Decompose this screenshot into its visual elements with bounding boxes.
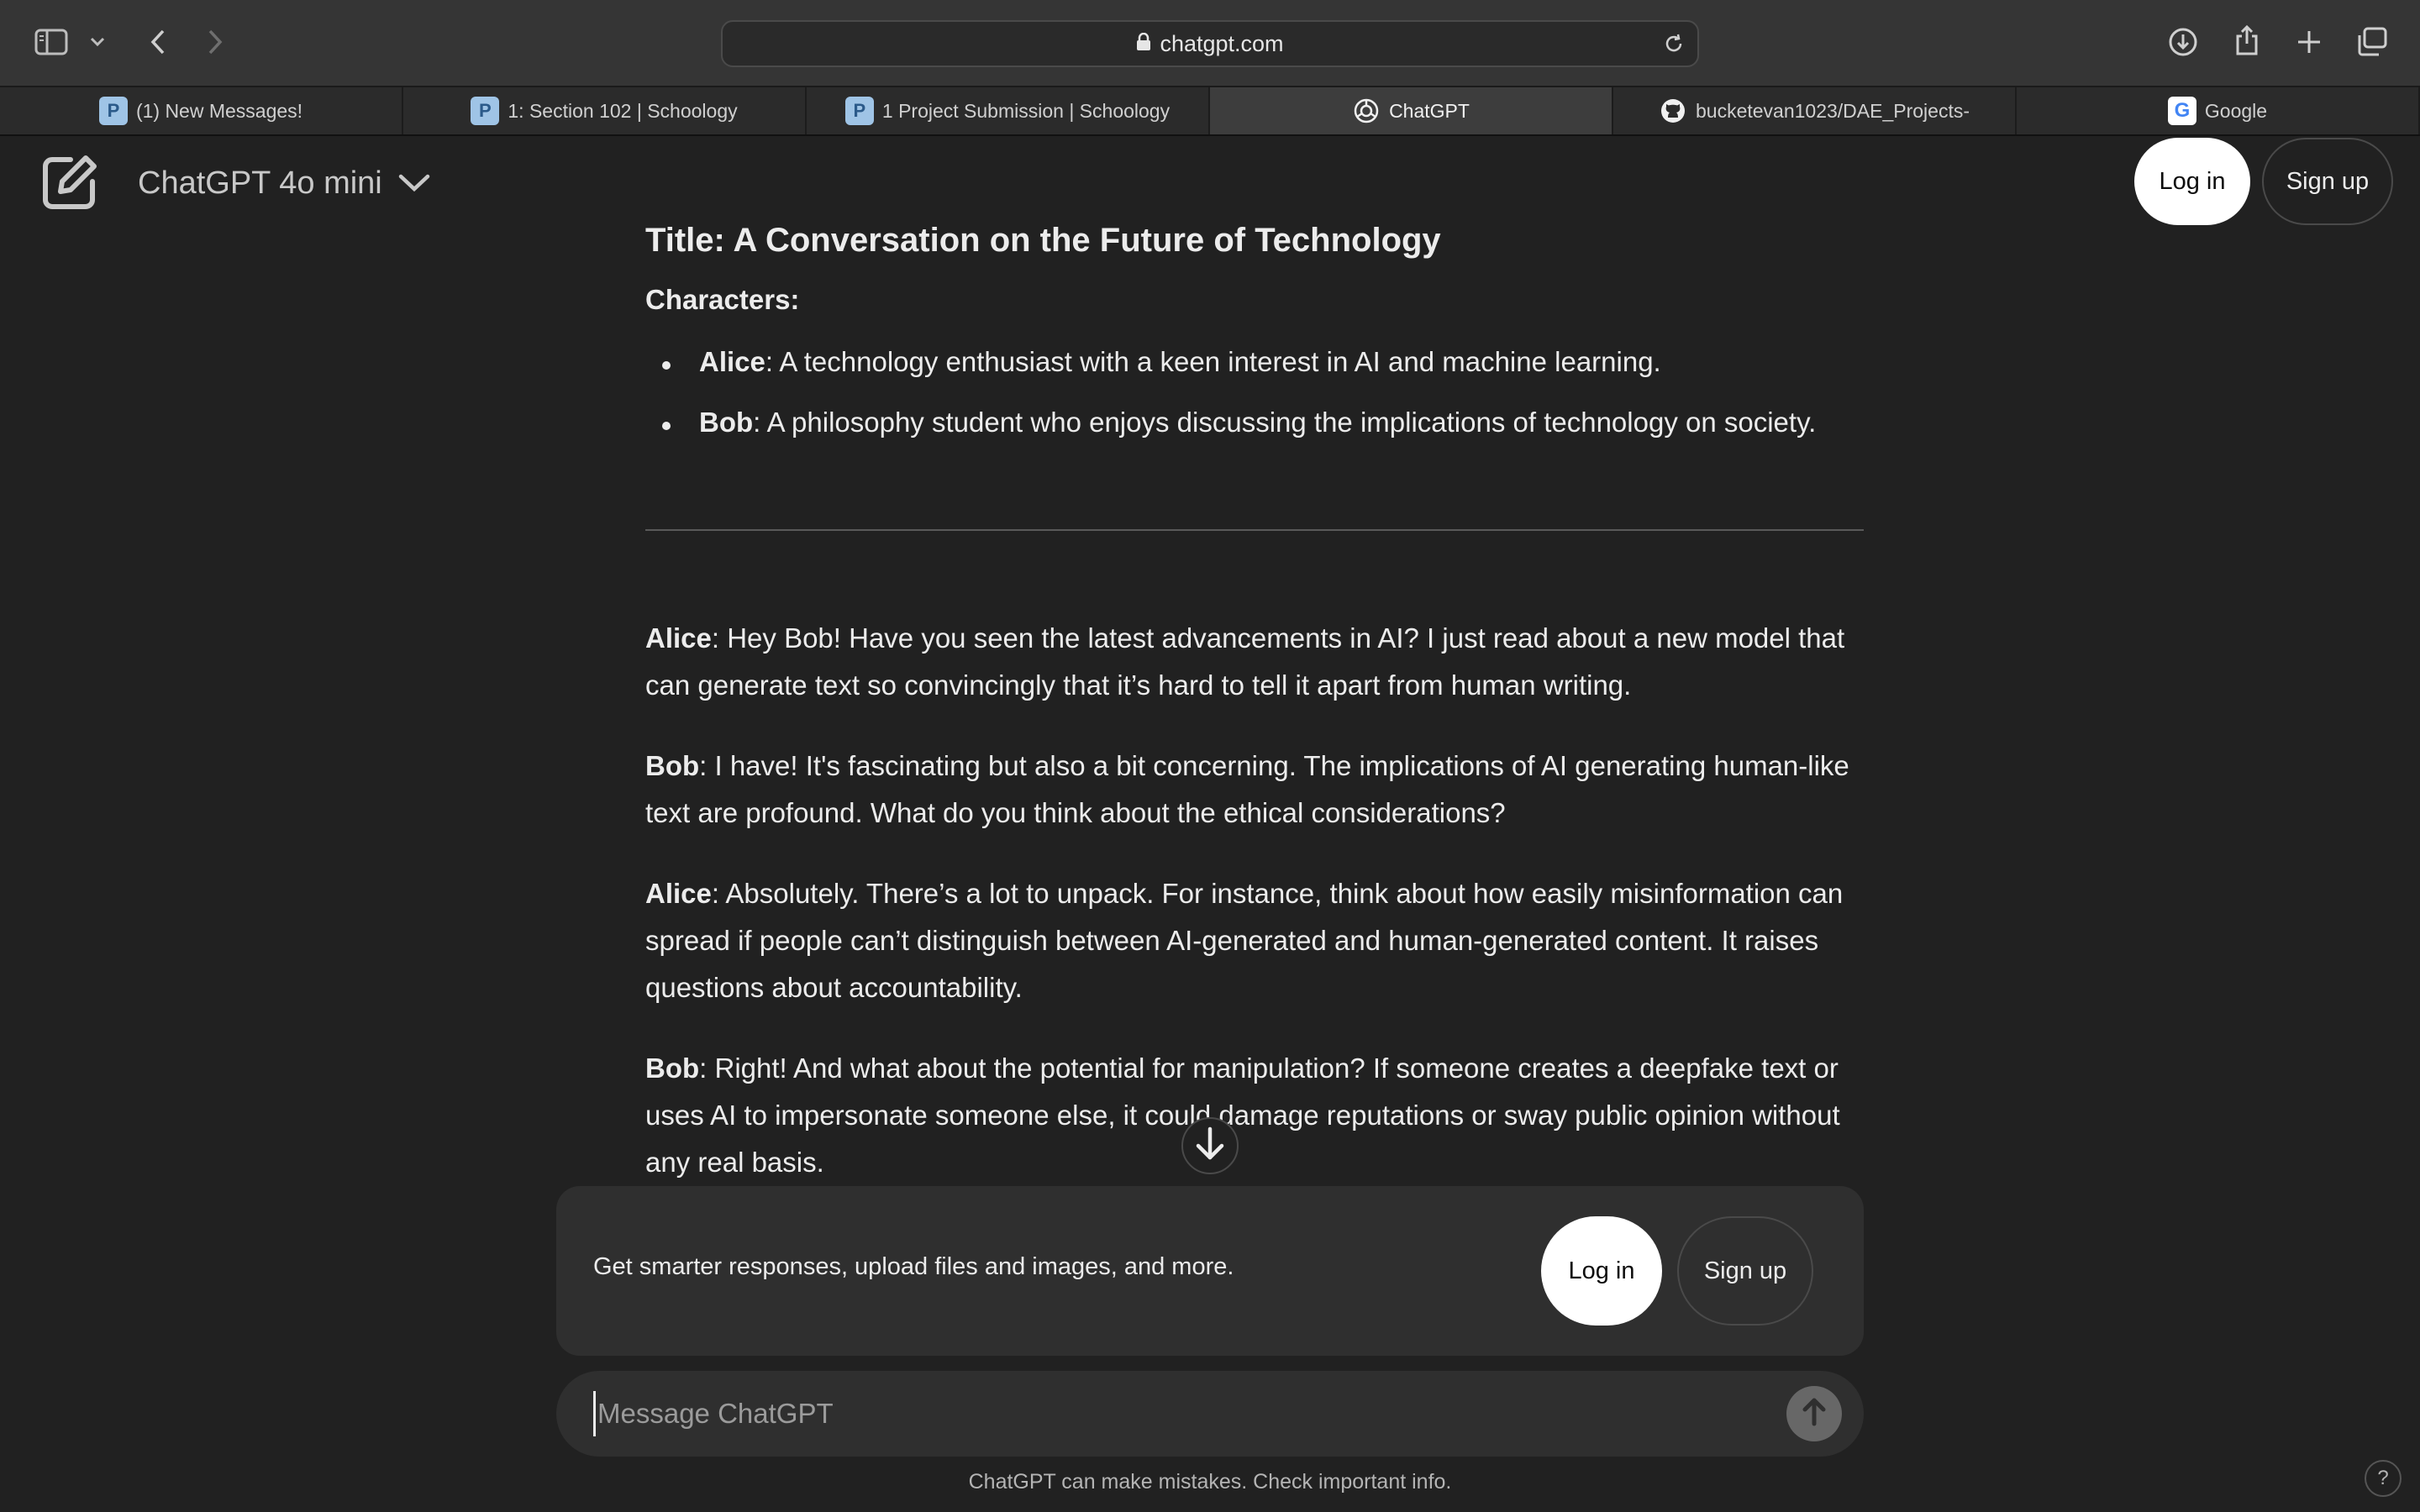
tab-github[interactable]: bucketevan1023/DAE_Projects- — [1613, 87, 2017, 134]
arrow-up-icon — [1801, 1397, 1828, 1431]
character-name: Bob — [699, 407, 754, 438]
character-desc: : A technology enthusiast with a keen in… — [765, 346, 1661, 377]
tab-new-messages[interactable]: P (1) New Messages! — [0, 87, 403, 134]
disclaimer: ChatGPT can make mistakes. Check importa… — [968, 1470, 1452, 1494]
schoology-icon: P — [844, 97, 874, 125]
reload-icon[interactable] — [1662, 32, 1686, 61]
tab-section-102[interactable]: P 1: Section 102 | Schoology — [403, 87, 807, 134]
dialogue-line: Bob: Right! And what about the potential… — [645, 1045, 1864, 1186]
speaker: Bob — [645, 750, 700, 781]
tab-overview-icon[interactable] — [2354, 25, 2390, 59]
model-selector[interactable]: ChatGPT 4o mini — [138, 158, 431, 208]
message-input[interactable] — [593, 1391, 1686, 1436]
character-name: Alice — [699, 346, 765, 377]
google-icon: G — [2167, 97, 2196, 125]
dialogue-text: : Hey Bob! Have you seen the latest adva… — [645, 622, 1845, 701]
tab-title: Google — [2204, 99, 2268, 122]
scroll-down-button[interactable] — [1181, 1117, 1239, 1174]
new-tab-icon[interactable] — [2292, 25, 2326, 59]
dialogue-line: Alice: Absolutely. There’s a lot to unpa… — [645, 870, 1864, 1011]
speaker: Alice — [645, 878, 712, 909]
tab-google[interactable]: G Google — [2017, 87, 2420, 134]
dialogue-text: : Absolutely. There’s a lot to unpack. F… — [645, 878, 1844, 1003]
schoology-icon: P — [471, 97, 500, 125]
address-bar[interactable]: chatgpt.com — [721, 20, 1699, 67]
browser-toolbar: chatgpt.com — [0, 0, 2420, 87]
chevron-down-icon — [382, 165, 431, 202]
help-button[interactable]: ? — [2365, 1460, 2402, 1497]
share-icon[interactable] — [2230, 22, 2264, 59]
lock-icon — [1136, 31, 1151, 57]
bullet-dot — [662, 422, 671, 430]
characters-label: Characters: — [645, 284, 800, 315]
new-chat-icon[interactable] — [37, 151, 101, 215]
header-login-button[interactable]: Log in — [2134, 138, 2250, 225]
tab-title: (1) New Messages! — [135, 99, 303, 122]
login-promo: Get smarter responses, upload files and … — [556, 1186, 1864, 1356]
header-signup-button[interactable]: Sign up — [2262, 138, 2393, 225]
character-desc: : A philosophy student who enjoys discus… — [753, 407, 1817, 438]
sidebar-toggle-icon[interactable] — [32, 25, 71, 59]
tab-title: 1: Section 102 | Schoology — [508, 99, 738, 122]
dialogue-line: Bob: I have! It's fascinating but also a… — [645, 743, 1864, 837]
chevron-down-icon[interactable] — [87, 32, 108, 52]
tab-title: bucketevan1023/DAE_Projects- — [1695, 99, 1970, 122]
divider — [645, 529, 1864, 531]
dialogue-text: : I have! It's fascinating but also a bi… — [645, 750, 1849, 828]
bullet-dot — [662, 361, 671, 370]
dialogue-line: Alice: Hey Bob! Have you seen the latest… — [645, 615, 1864, 709]
model-name: ChatGPT 4o mini — [138, 165, 382, 201]
conversation-title: Title: A Conversation on the Future of T… — [645, 222, 1441, 259]
promo-signup-button[interactable]: Sign up — [1677, 1216, 1813, 1326]
back-icon[interactable] — [141, 25, 175, 59]
github-icon — [1659, 97, 1687, 125]
downloads-icon[interactable] — [2166, 25, 2200, 59]
tab-title: ChatGPT — [1389, 99, 1470, 122]
tab-chatgpt[interactable]: ChatGPT — [1210, 87, 1613, 134]
forward-icon[interactable] — [198, 25, 232, 59]
arrow-down-icon — [1193, 1126, 1227, 1167]
tab-title: 1 Project Submission | Schoology — [881, 99, 1171, 122]
schoology-icon: P — [98, 97, 128, 125]
chatgpt-icon — [1352, 97, 1381, 125]
speaker: Alice — [645, 622, 712, 654]
tab-bar: P (1) New Messages! P 1: Section 102 | S… — [0, 87, 2420, 136]
message-composer — [556, 1371, 1864, 1457]
tab-project-submission[interactable]: P 1 Project Submission | Schoology — [807, 87, 1210, 134]
url-text: chatgpt.com — [1160, 30, 1284, 56]
promo-text: Get smarter responses, upload files and … — [593, 1253, 1234, 1280]
speaker: Bob — [645, 1053, 700, 1084]
dialogue-text: : Right! And what about the potential fo… — [645, 1053, 1840, 1178]
promo-login-button[interactable]: Log in — [1541, 1216, 1662, 1326]
send-button[interactable] — [1786, 1386, 1842, 1441]
